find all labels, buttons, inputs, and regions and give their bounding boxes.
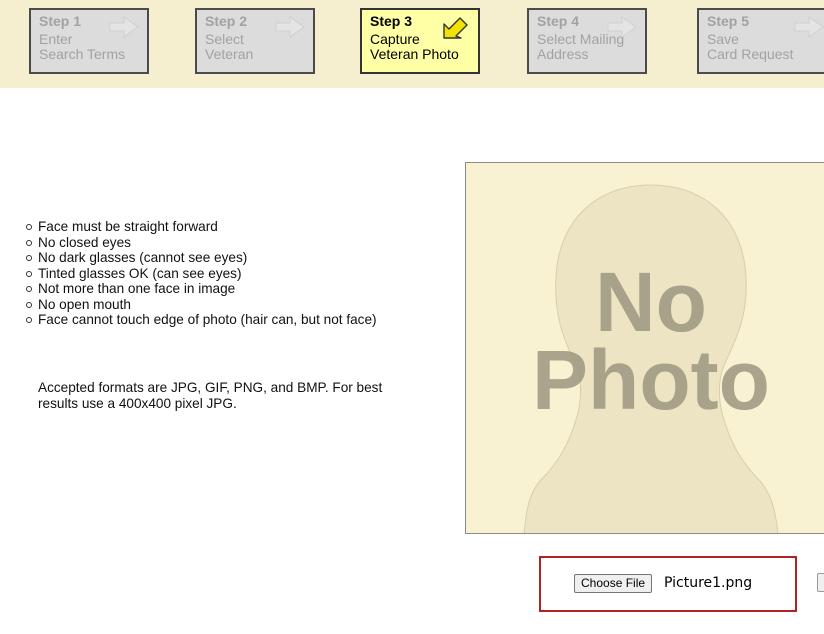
step-1-label-line2: Search Terms (39, 46, 126, 62)
step-4[interactable]: Step 4 Select Mailing Address (527, 8, 647, 74)
guideline-item: Not more than one face in image (26, 281, 377, 297)
guideline-item: No open mouth (26, 297, 377, 313)
step-progress-bar: Step 1 Enter Search Terms Step 2 Select … (0, 0, 824, 88)
arrow-right-icon (607, 16, 637, 38)
step-2-label-line2: Veteran (205, 46, 254, 62)
guideline-item: Face cannot touch edge of photo (hair ca… (26, 312, 377, 327)
arrow-down-left-icon (443, 17, 468, 39)
file-upload-area: Choose File Picture1.png (539, 556, 797, 612)
choose-file-button[interactable]: Choose File (574, 574, 653, 593)
photo-preview: No Photo (465, 162, 824, 534)
guideline-item: Tinted glasses OK (can see eyes) (26, 266, 377, 282)
guideline-item: Face must be straight forward (26, 219, 377, 235)
silhouette-placeholder-icon: No Photo (466, 163, 824, 533)
arrow-right-icon (275, 16, 305, 38)
guideline-item: No closed eyes (26, 235, 377, 251)
step-1[interactable]: Step 1 Enter Search Terms (29, 8, 149, 74)
step-5-label-line2: Card Request (707, 46, 794, 62)
photo-guidelines-list: Face must be straight forward No closed … (24, 219, 377, 328)
arrow-right-icon (794, 16, 824, 38)
no-photo-text-line2: Photo (532, 333, 770, 427)
accepted-formats-note: Accepted formats are JPG, GIF, PNG, and … (38, 380, 383, 411)
selected-file-name: Picture1.png (664, 575, 753, 591)
step-4-label-line2: Address (537, 46, 589, 62)
step-2[interactable]: Step 2 Select Veteran (195, 8, 315, 74)
upload-button[interactable] (817, 573, 824, 592)
step-3-label-line2: Veteran Photo (370, 46, 459, 62)
arrow-right-icon (109, 16, 139, 38)
step-3[interactable]: Step 3 Capture Veteran Photo (360, 8, 480, 74)
step-5[interactable]: Step 5 Save Card Request (697, 8, 824, 74)
guideline-item: No dark glasses (cannot see eyes) (26, 250, 377, 266)
